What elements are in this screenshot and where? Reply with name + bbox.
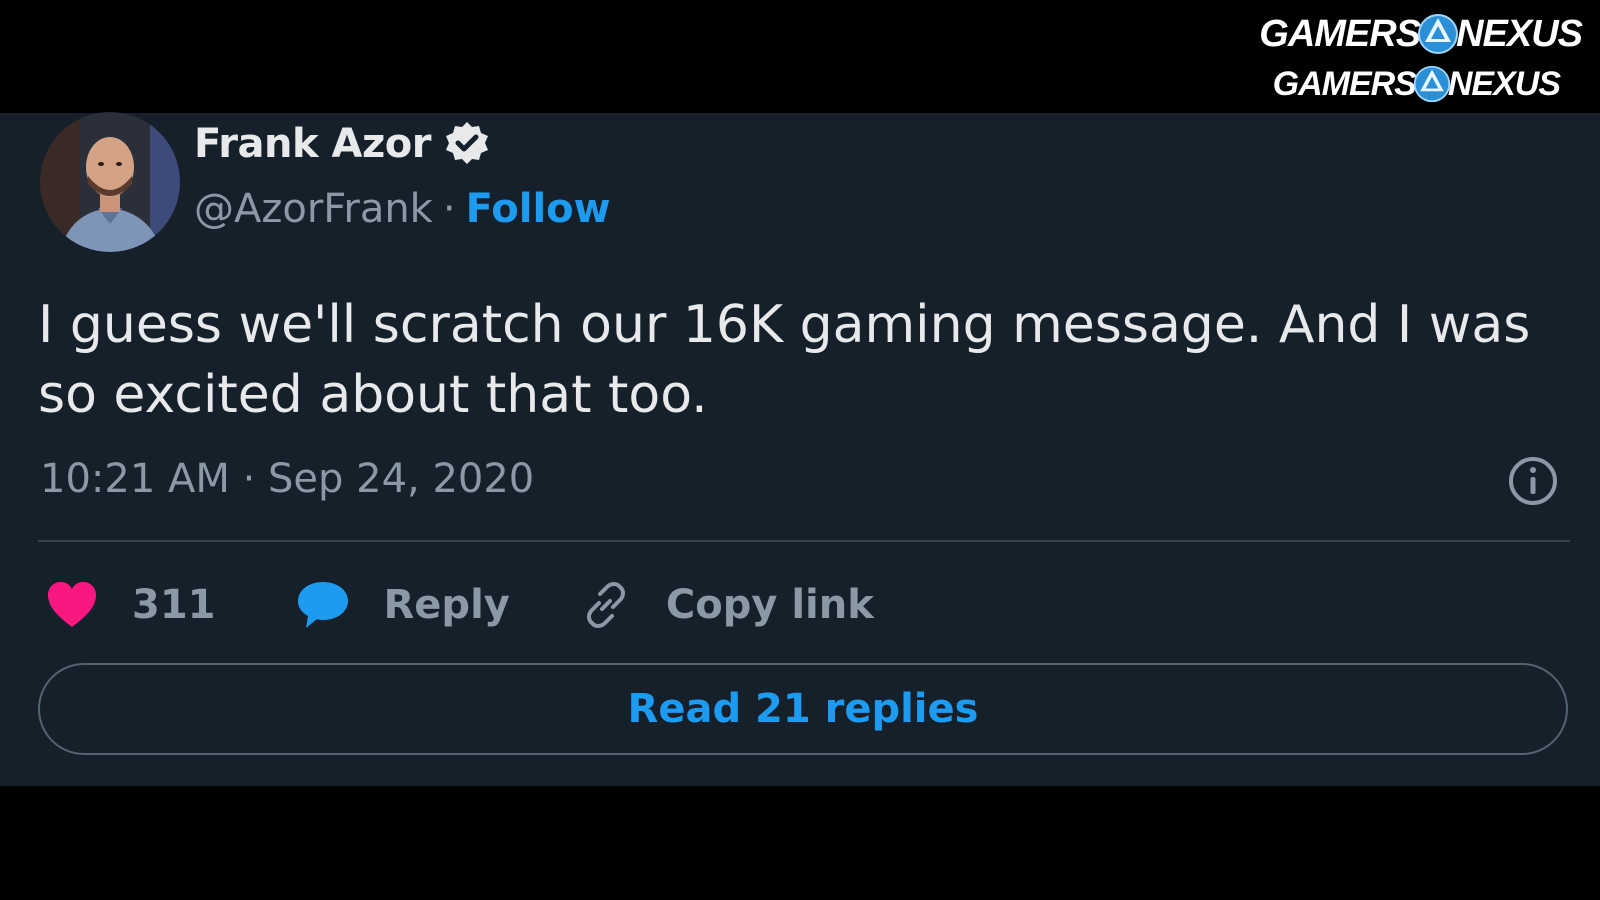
avatar[interactable] bbox=[40, 112, 180, 252]
separator-dot: · bbox=[442, 186, 456, 232]
avatar-image bbox=[40, 112, 180, 252]
reply-bubble-icon bbox=[297, 582, 348, 628]
watermark-text-left: GAMERS bbox=[1259, 12, 1421, 55]
tweet-timestamp[interactable]: 10:21 AM · Sep 24, 2020 bbox=[40, 456, 534, 502]
link-icon bbox=[586, 582, 625, 628]
reply-button[interactable]: Reply bbox=[296, 580, 580, 630]
watermark-text-left: GAMERS bbox=[1272, 64, 1417, 103]
verified-badge-icon bbox=[445, 122, 488, 164]
tweet-actions: 311 Reply Copy link bbox=[46, 574, 874, 636]
author-name[interactable]: Frank Azor bbox=[194, 121, 431, 167]
gn-logo-icon bbox=[1413, 65, 1451, 103]
tweet-text: I guess we'll scratch our 16K gaming mes… bbox=[38, 295, 1531, 425]
watermark-line-1: GAMERS NEXUS bbox=[1259, 12, 1583, 56]
reply-label: Reply bbox=[383, 582, 510, 628]
watermark-text-right: NEXUS bbox=[1447, 64, 1561, 103]
heart-icon bbox=[48, 582, 96, 627]
like-button[interactable]: 311 bbox=[46, 581, 296, 629]
video-frame: GAMERS NEXUS GAMERS NEXUS Frank Azor @Az… bbox=[0, 0, 1600, 900]
like-count: 311 bbox=[132, 582, 216, 628]
copy-link-button[interactable]: Copy link bbox=[580, 579, 874, 631]
info-icon[interactable] bbox=[1508, 456, 1558, 506]
read-replies-label: Read 21 replies bbox=[627, 686, 979, 732]
watermark-text-right: NEXUS bbox=[1456, 12, 1583, 55]
author-handle[interactable]: @AzorFrank bbox=[194, 186, 433, 232]
author-name-row: Frank Azor bbox=[194, 120, 491, 168]
follow-button[interactable]: Follow bbox=[466, 186, 611, 232]
copy-link-label: Copy link bbox=[665, 582, 874, 628]
divider bbox=[38, 540, 1570, 542]
gn-logo-icon bbox=[1418, 14, 1459, 54]
gamersnexus-watermark: GAMERS NEXUS GAMERS NEXUS bbox=[1259, 12, 1586, 116]
handle-row: @AzorFrank · Follow bbox=[194, 186, 611, 232]
read-replies-button[interactable]: Read 21 replies bbox=[38, 663, 1568, 755]
watermark-line-2: GAMERS NEXUS bbox=[1272, 64, 1561, 104]
